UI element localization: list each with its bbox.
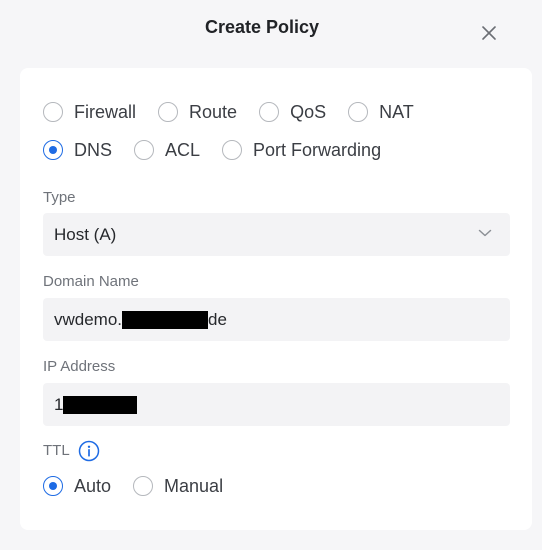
radio-dns[interactable]: DNS <box>43 140 112 161</box>
radio-nat[interactable]: NAT <box>348 102 414 123</box>
redaction-block <box>63 395 138 414</box>
domain-value-prefix: vwdemo. <box>54 309 123 329</box>
radio-label: DNS <box>74 139 113 160</box>
radio-label: NAT <box>379 101 414 122</box>
domain-value-suffix: de <box>208 309 227 329</box>
chevron-down-icon <box>478 229 492 237</box>
ttl-label: TTL <box>43 442 70 459</box>
close-icon[interactable] <box>478 22 500 44</box>
radio-label: Auto <box>74 475 112 496</box>
type-select[interactable]: Host (A) <box>43 213 510 256</box>
domain-name-label: Domain Name <box>43 273 139 290</box>
radio-port-forwarding[interactable]: Port Forwarding <box>222 140 381 161</box>
redaction-block <box>122 310 209 329</box>
policy-type-row-2: DNS ACL Port Forwarding <box>43 137 403 163</box>
dialog-title: Create Policy <box>204 17 320 37</box>
ttl-options-row: Auto Manual <box>43 473 245 499</box>
radio-label: Port Forwarding <box>253 139 382 160</box>
ip-address-label: IP Address <box>43 358 116 375</box>
radio-circle-selected[interactable] <box>43 476 63 496</box>
radio-circle[interactable] <box>222 140 243 160</box>
radio-label: Manual <box>164 475 224 496</box>
type-select-value: Host (A) <box>54 224 117 244</box>
ip-address-input[interactable]: 1 <box>43 383 510 426</box>
radio-label: Firewall <box>74 101 137 122</box>
radio-qos[interactable]: QoS <box>259 102 326 123</box>
radio-circle-selected[interactable] <box>43 140 63 160</box>
policy-form-card: Firewall Route QoS NAT DNS ACL Port Forw… <box>20 68 532 530</box>
radio-acl[interactable]: ACL <box>134 140 200 161</box>
radio-circle[interactable] <box>43 102 63 122</box>
radio-firewall[interactable]: Firewall <box>43 102 136 123</box>
radio-ttl-manual[interactable]: Manual <box>133 476 223 497</box>
domain-name-input[interactable]: vwdemo. de <box>43 298 510 341</box>
radio-ttl-auto[interactable]: Auto <box>43 476 111 497</box>
policy-type-row-1: Firewall Route QoS NAT <box>43 99 436 125</box>
create-policy-dialog: Create Policy Firewall Route QoS NAT DNS… <box>0 0 542 550</box>
radio-route[interactable]: Route <box>158 102 237 123</box>
radio-circle[interactable] <box>133 476 154 496</box>
radio-circle[interactable] <box>348 102 369 122</box>
radio-label: QoS <box>290 101 327 122</box>
radio-label: Route <box>189 101 238 122</box>
radio-circle[interactable] <box>259 102 280 122</box>
type-label: Type <box>43 189 76 206</box>
radio-circle[interactable] <box>158 102 179 122</box>
radio-label: ACL <box>165 139 201 160</box>
ip-value-prefix: 1 <box>54 394 64 414</box>
radio-circle[interactable] <box>134 140 155 160</box>
info-icon[interactable] <box>78 440 100 462</box>
